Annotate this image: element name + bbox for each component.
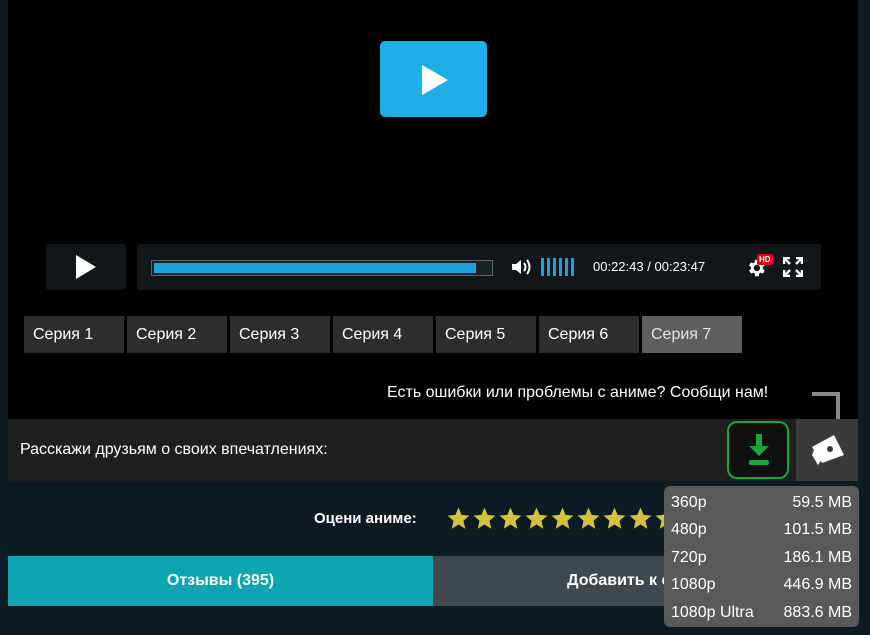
play-icon bbox=[422, 65, 448, 95]
play-icon bbox=[76, 255, 96, 279]
time-display: 00:22:43 / 00:23:47 bbox=[593, 259, 705, 274]
time-total: 00:23:47 bbox=[654, 259, 706, 274]
share-label: Расскажи друзьям о своих впечатлениях: bbox=[20, 441, 328, 458]
star-icon[interactable] bbox=[524, 506, 549, 531]
report-megaphone-button[interactable] bbox=[796, 419, 858, 481]
quality-option[interactable]: 720p 186.1 MB bbox=[664, 544, 859, 571]
quality-label: 360p bbox=[671, 494, 707, 511]
volume-bar[interactable] bbox=[547, 258, 550, 276]
episode-tab[interactable]: Серия 7 bbox=[642, 316, 742, 353]
play-pause-button[interactable] bbox=[46, 244, 126, 290]
reviews-button[interactable]: Отзывы (395) bbox=[8, 556, 433, 606]
quality-option[interactable]: 360p 59.5 MB bbox=[664, 489, 859, 516]
episode-tab[interactable]: Серия 6 bbox=[539, 316, 639, 353]
quality-label: 720p bbox=[671, 548, 707, 566]
share-bar: Расскажи друзьям о своих впечатлениях: bbox=[8, 419, 858, 481]
quality-option[interactable]: 1080p 446.9 MB bbox=[664, 571, 859, 598]
episode-tab[interactable]: Серия 4 bbox=[333, 316, 433, 353]
episode-tab[interactable]: Серия 1 bbox=[24, 316, 124, 353]
volume-bar[interactable] bbox=[541, 258, 544, 276]
quality-size: 883.6 MB bbox=[783, 603, 852, 621]
control-bar: 00:22:43 / 00:23:47 HD bbox=[137, 244, 821, 290]
time-current: 00:22:43 bbox=[593, 259, 644, 274]
star-icon[interactable] bbox=[628, 506, 653, 531]
quality-size: 59.5 MB bbox=[792, 494, 852, 511]
star-icon[interactable] bbox=[446, 506, 471, 531]
quality-option[interactable]: 1080p Ultra 883.6 MB bbox=[664, 599, 859, 626]
volume-bar[interactable] bbox=[571, 258, 574, 276]
quality-dropdown: 360p 59.5 MB 480p 101.5 MB 720p 186.1 MB 1080p… bbox=[664, 486, 859, 627]
star-icon[interactable] bbox=[576, 506, 601, 531]
progress-bar[interactable] bbox=[151, 260, 493, 276]
download-button[interactable] bbox=[727, 421, 789, 479]
star-icon[interactable] bbox=[602, 506, 627, 531]
volume-slider[interactable] bbox=[541, 258, 574, 276]
time-separator: / bbox=[647, 259, 651, 274]
volume-icon[interactable] bbox=[511, 258, 533, 276]
episode-tab[interactable]: Серия 5 bbox=[436, 316, 536, 353]
episode-list: Серия 1 Серия 2 Серия 3 Серия 4 Серия 5 Серия… bbox=[24, 316, 742, 353]
report-connector bbox=[812, 392, 840, 420]
quality-option[interactable]: 480p 101.5 MB bbox=[664, 516, 859, 543]
quality-size: 446.9 MB bbox=[783, 576, 852, 594]
download-icon bbox=[749, 434, 769, 465]
star-icon[interactable] bbox=[550, 506, 575, 531]
episode-tab[interactable]: Серия 3 bbox=[230, 316, 330, 353]
star-icon[interactable] bbox=[472, 506, 497, 531]
fullscreen-icon[interactable] bbox=[782, 256, 804, 278]
big-play-button[interactable] bbox=[380, 41, 487, 117]
progress-fill bbox=[154, 263, 476, 273]
video-player[interactable]: 00:22:43 / 00:23:47 HD Серия 1 Серия 2 Сер… bbox=[8, 0, 858, 420]
star-icon[interactable] bbox=[498, 506, 523, 531]
volume-bar[interactable] bbox=[565, 258, 568, 276]
report-problem-link[interactable]: Есть ошибки или проблемы с аниме? Сообщи… bbox=[387, 384, 768, 402]
quality-size: 186.1 MB bbox=[783, 548, 852, 566]
quality-label: 1080p bbox=[671, 576, 716, 594]
megaphone-icon bbox=[812, 435, 844, 465]
volume-bar[interactable] bbox=[559, 258, 562, 276]
hd-badge: HD bbox=[757, 254, 773, 265]
quality-label: 1080p Ultra bbox=[671, 603, 754, 621]
quality-size: 101.5 MB bbox=[783, 521, 852, 539]
volume-bar[interactable] bbox=[553, 258, 556, 276]
quality-label: 480p bbox=[671, 521, 707, 539]
episode-tab[interactable]: Серия 2 bbox=[127, 316, 227, 353]
rating-label: Оцени аниме: bbox=[314, 510, 417, 527]
